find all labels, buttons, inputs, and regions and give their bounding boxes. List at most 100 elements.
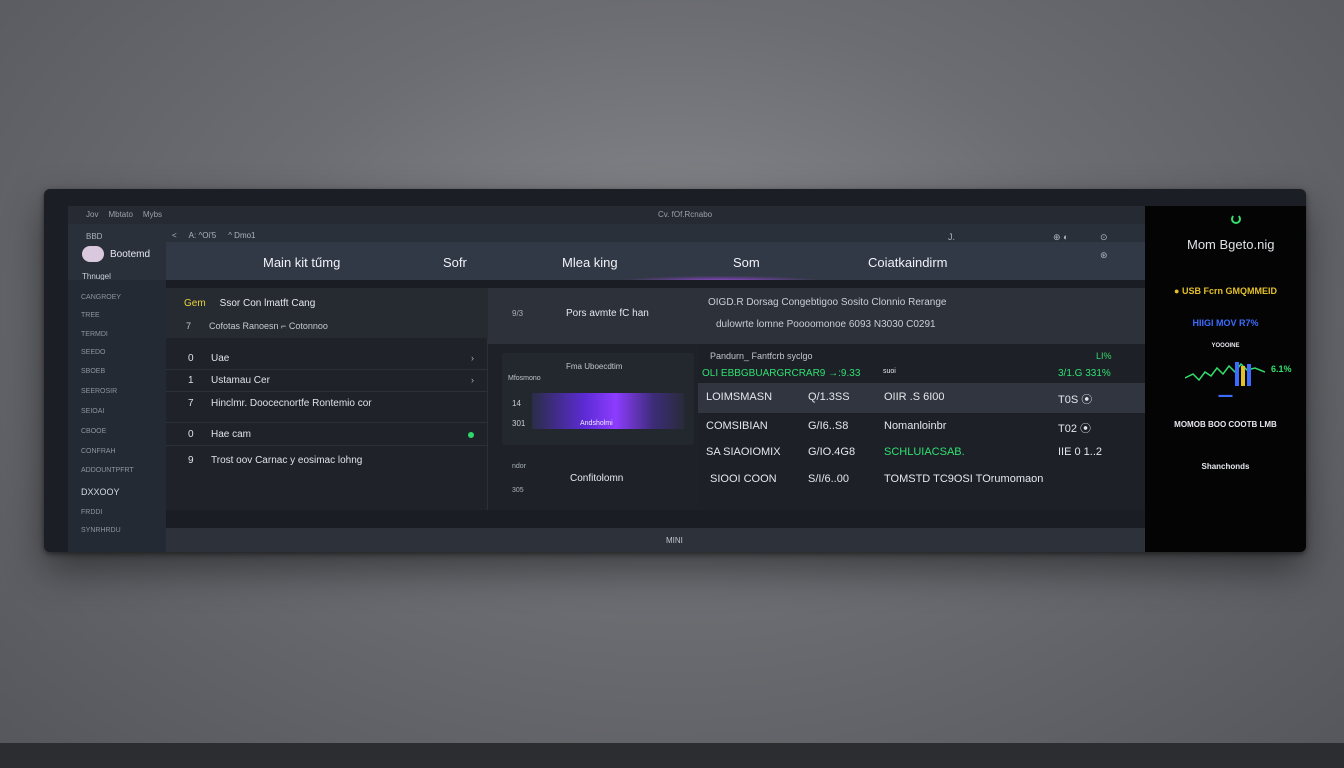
side-monitor-panel: Mom Bgeto.nig ● USB Fcrn GMQMMEID HIIGI …: [1145, 206, 1306, 552]
table-cell: Nomanloinbr: [884, 420, 947, 432]
table-row[interactable]: SIOOI COON S/I/6..00 TOMSTD TC9OSI TOrum…: [698, 467, 1146, 493]
sidebar-item[interactable]: CANGROEY: [81, 294, 121, 301]
mini-chart-bar: [1235, 362, 1239, 386]
media-caption: Fma Uboecdtim: [566, 362, 623, 371]
table-cell: 3/1.G 331%: [1058, 368, 1111, 379]
titlebar-item[interactable]: Mbtato: [108, 210, 132, 219]
footer-title: Confitolomn: [570, 473, 624, 484]
panel-columns: 7 Cofotas Ranoesn ⌐ Cotonnoo: [186, 321, 328, 331]
main-content: Gem Ssor Con lmatft Cang 7 Cofotas Ranoesn…: [166, 280, 1146, 528]
row-text: Hae cam: [211, 429, 252, 440]
side-panel-line: Shanchonds: [1201, 462, 1250, 471]
media-panel-header: 9/3 Pors avmte fC han: [488, 288, 698, 344]
side-panel-caption: ▬▬: [1218, 392, 1233, 399]
table-subheader: Pandurn_ Fantfcrb syclgo LI%: [698, 348, 1146, 364]
window-titlebar: Jov Mbtato Mybs Cv. fOf.Rcnabo: [68, 206, 1145, 224]
table-cell: G/IO.4G8: [808, 446, 856, 458]
sidebar-item[interactable]: TREE: [81, 312, 100, 319]
row-text: Trost oov Carnac y eosimac lohng: [211, 455, 363, 466]
list-item[interactable]: 0 Uae ›: [166, 348, 488, 370]
media-thumbnail[interactable]: Andsholmi: [532, 393, 684, 429]
column-number: 7: [186, 321, 192, 331]
list-item[interactable]: 0 Hae cam: [166, 424, 488, 446]
table-cell: OIIR .S 6I00: [884, 391, 945, 403]
sidebar-item[interactable]: FRDDI: [81, 509, 102, 516]
titlebar-item[interactable]: Jov: [86, 210, 98, 219]
row-text: Uae: [211, 353, 230, 364]
back-icon[interactable]: <: [172, 231, 177, 240]
tab-sofr[interactable]: Sofr: [443, 255, 467, 270]
table-header: OIGD.R Dorsag Congebtigoo Sosito Clonnio…: [698, 288, 1146, 344]
table-cell: Q/1.3SS: [808, 391, 850, 403]
sidebar-item[interactable]: TERMDI: [81, 331, 108, 338]
table-subheader-label: Pandurn_ Fantfcrb syclgo: [710, 351, 813, 361]
table-subheader-value: LI%: [1096, 351, 1112, 361]
header-number: 9/3: [512, 309, 524, 318]
table-cell: G/I6..S8: [808, 420, 849, 432]
brand-caption: BBD: [86, 232, 103, 241]
thumbnail-label: Andsholmi: [580, 420, 613, 427]
tab-mlea-king[interactable]: Mlea king: [562, 255, 618, 270]
sidebar: CANGROEY TREE TERMDI SEEDO SBOEB SEEROSI…: [68, 280, 166, 552]
sidebar-item-active[interactable]: DXXOOY: [81, 487, 120, 497]
table-row-highlight[interactable]: OLI EBBGBUARGRCRAR9 →:9.33 suoi 3/1.G 33…: [698, 365, 1146, 383]
table-row-selected[interactable]: LOIMSMASN Q/1.3SS OIIR .S 6I00 T0S ⦿: [698, 383, 1146, 413]
table-row[interactable]: COMSIBIAN G/I6..S8 Nomanloinbr T02 ⦿: [698, 414, 1146, 440]
window-title: Cv. fOf.Rcnabo: [658, 210, 713, 219]
sidebar-item[interactable]: ADDOUNTPFRT: [81, 467, 134, 474]
list-item[interactable]: 9 Trost oov Carnac y eosimac lohng: [166, 450, 488, 472]
breadcrumb-item[interactable]: A: ^Oi'5: [189, 231, 217, 240]
table-cell: T02 ⦿: [1058, 423, 1092, 435]
notification-icon[interactable]: ⊛: [1100, 250, 1108, 261]
list-item[interactable]: 1 Ustamau Cer ›: [166, 370, 488, 392]
sidebar-item[interactable]: CBOOE: [81, 428, 106, 435]
sidebar-item[interactable]: SEEROSIR: [81, 388, 117, 395]
category-panel: Gem Ssor Con lmatft Cang 7 Cofotas Ranoesn…: [166, 288, 488, 510]
column-headers: Cofotas Ranoesn ⌐ Cotonnoo: [209, 321, 328, 331]
table-cell: SCHLUIACSAB.: [884, 446, 965, 458]
list-item[interactable]: 7 Hinclmr. Doocecnortfe Rontemio cor: [166, 393, 488, 423]
titlebar-menu: Jov Mbtato Mybs: [86, 210, 162, 219]
tab-main[interactable]: Main kit tűmg: [263, 255, 340, 270]
data-table-panel: OIGD.R Dorsag Congebtigoo Sosito Clonnio…: [698, 288, 1146, 510]
row-number: 0: [188, 429, 194, 440]
sidebar-item[interactable]: SEIOAI: [81, 408, 104, 415]
row-text: Hinclmr. Doocecnortfe Rontemio cor: [211, 398, 372, 409]
status-text: MINI: [666, 536, 683, 545]
sidebar-item[interactable]: SYNRHRDU: [81, 527, 121, 534]
tab-coiatkaindirm[interactable]: Coiatkaindirm: [868, 255, 947, 270]
media-line-label: 301: [512, 419, 526, 428]
media-side-label: Mfosmono: [508, 375, 541, 382]
table-row[interactable]: SA SIAOIOMIX G/IO.4G8 SCHLUIACSAB. IIE 0…: [698, 440, 1146, 466]
sidebar-item[interactable]: SBOEB: [81, 368, 105, 375]
tab-som[interactable]: Som: [733, 255, 760, 270]
monitor-frame: Jov Mbtato Mybs Cv. fOf.Rcnabo BBD Boote…: [44, 189, 1306, 552]
side-panel-line: HIIGI MOV R7%: [1192, 318, 1259, 328]
mini-chart: [1185, 362, 1265, 386]
table-cell: SA SIAOIOMIX: [706, 446, 781, 458]
status-dot-icon: [468, 432, 474, 438]
table-cell: SIOOI COON: [710, 473, 777, 485]
toolbar-icon[interactable]: ⊕ ◐: [1053, 232, 1068, 243]
media-line-label: 14: [512, 399, 521, 408]
settings-icon[interactable]: ⊙: [1100, 232, 1108, 243]
titlebar-item[interactable]: Mybs: [143, 210, 162, 219]
chevron-right-icon[interactable]: ›: [471, 353, 474, 363]
side-panel-percent: 6.1%: [1271, 364, 1292, 374]
app-window: Jov Mbtato Mybs Cv. fOf.Rcnabo BBD Boote…: [68, 206, 1146, 552]
toolbar-icon[interactable]: J.: [948, 232, 955, 242]
breadcrumb-item[interactable]: ^ Dmo1: [228, 231, 255, 240]
table-cell: S/I/6..00: [808, 473, 849, 485]
refresh-icon[interactable]: [1231, 214, 1241, 224]
media-card[interactable]: Fma Uboecdtim Mfosmono 14 301 Andsholmi: [502, 353, 694, 445]
panel-title-text: Ssor Con lmatft Cang: [219, 298, 316, 309]
table-cell: IIE 0 1..2: [1058, 446, 1103, 458]
sidebar-item[interactable]: CONFRAH: [81, 448, 116, 455]
table-cell: T0S ⦿: [1058, 394, 1093, 406]
panel-title: Gem Ssor Con lmatft Cang: [184, 298, 315, 309]
avatar[interactable]: [82, 246, 104, 262]
chevron-right-icon[interactable]: ›: [471, 375, 474, 385]
sidebar-item[interactable]: SEEDO: [81, 349, 106, 356]
mini-chart-line: [1185, 362, 1265, 382]
row-number: 1: [188, 375, 194, 386]
